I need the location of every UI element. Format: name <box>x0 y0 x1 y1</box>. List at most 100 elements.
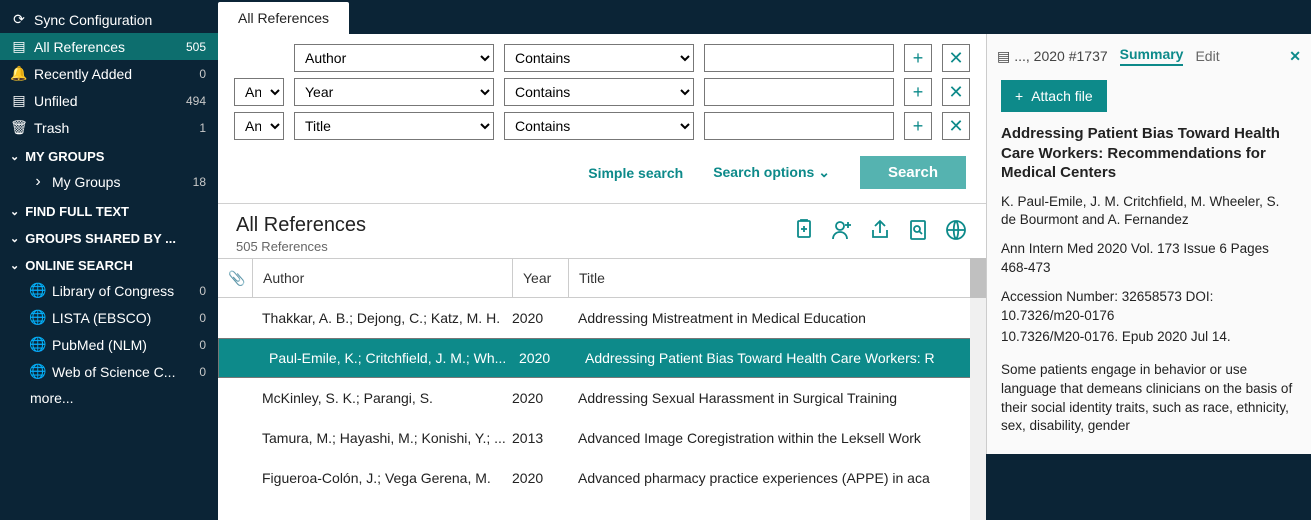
sidebar-item-count: 0 <box>199 284 208 298</box>
add-row-button[interactable]: + <box>904 44 932 72</box>
search-field-select[interactable]: Year <box>294 78 494 106</box>
sidebar-item-unfiled[interactable]: ▤ Unfiled 494 <box>0 87 218 114</box>
share-icon[interactable] <box>868 218 892 242</box>
detail-authors: K. Paul-Emile, J. M. Critchfield, M. Whe… <box>1001 193 1297 231</box>
cell-title: Addressing Sexual Harassment in Surgical… <box>568 390 986 406</box>
cell-title: Advanced Image Coregistration within the… <box>568 430 986 446</box>
sidebar-item-label: Library of Congress <box>52 283 199 299</box>
search-joiner-select[interactable]: And <box>234 112 284 140</box>
sidebar-item-recently-added[interactable]: 🔔 Recently Added 0 <box>0 60 218 87</box>
sidebar-item-label: LISTA (EBSCO) <box>52 310 199 326</box>
sidebar-item-more[interactable]: more... <box>0 385 218 411</box>
detail-doi: 10.7326/M20-0176. Epub 2020 Jul 14. <box>1001 328 1297 347</box>
cell-year: 2020 <box>512 390 568 406</box>
sync-configuration[interactable]: ⟳ Sync Configuration <box>0 6 218 33</box>
scrollbar[interactable] <box>970 258 986 520</box>
sidebar-header-online-search[interactable]: ⌄ ONLINE SEARCH <box>0 250 218 277</box>
cell-title: Addressing Patient Bias Toward Health Ca… <box>575 350 979 366</box>
globe-icon: 🌐 <box>30 336 46 353</box>
sidebar-item-label: Unfiled <box>34 93 186 109</box>
cell-author: Thakkar, A. B.; Dejong, C.; Katz, M. H. <box>252 310 512 326</box>
search-row: And Title Contains + ✕ <box>234 112 970 140</box>
detail-top-bar <box>986 0 1311 34</box>
search-operator-select[interactable]: Contains <box>504 78 694 106</box>
attachment-column-header[interactable]: 📎 <box>218 270 252 287</box>
sidebar-item-count: 0 <box>199 338 208 352</box>
list-actions <box>792 218 968 242</box>
add-person-icon[interactable] <box>830 218 854 242</box>
remove-row-button[interactable]: ✕ <box>942 112 970 140</box>
search-joiner-select[interactable]: And <box>234 78 284 106</box>
sidebar-item-count: 0 <box>199 67 208 81</box>
add-row-button[interactable]: + <box>904 78 932 106</box>
sidebar-header-my-groups[interactable]: ⌄ MY GROUPS <box>0 141 218 168</box>
add-row-button[interactable]: + <box>904 112 932 140</box>
reference-label: ▤ ..., 2020 #1737 <box>997 48 1108 65</box>
table-row[interactable]: Figueroa-Colón, J.; Vega Gerena, M. 2020… <box>218 458 986 498</box>
sidebar-item-count: 18 <box>193 175 208 189</box>
tab-summary[interactable]: Summary <box>1120 46 1184 66</box>
year-column-header[interactable]: Year <box>512 259 568 297</box>
cell-year: 2020 <box>512 470 568 486</box>
detail-title: Addressing Patient Bias Toward Health Ca… <box>1001 124 1297 183</box>
sidebar-item-count: 1 <box>199 121 208 135</box>
sidebar-item-web-of-science[interactable]: 🌐 Web of Science C... 0 <box>0 358 218 385</box>
sidebar-item-label: PubMed (NLM) <box>52 337 199 353</box>
search-document-icon[interactable] <box>906 218 930 242</box>
plus-icon: + <box>1015 88 1023 104</box>
table-row[interactable]: Tamura, M.; Hayashi, M.; Konishi, Y.; ..… <box>218 418 986 458</box>
search-operator-select[interactable]: Contains <box>504 112 694 140</box>
clipboard-icon: ▤ <box>10 92 28 109</box>
search-value-input[interactable] <box>704 78 894 106</box>
copy-icon[interactable] <box>792 218 816 242</box>
close-icon[interactable]: ✕ <box>1289 48 1301 65</box>
search-button[interactable]: Search <box>860 156 966 189</box>
sidebar-header-find-full-text[interactable]: ⌄ FIND FULL TEXT <box>0 196 218 223</box>
detail-body: + Attach file Addressing Patient Bias To… <box>987 72 1311 454</box>
search-footer: Simple search Search options ⌄ Search <box>234 146 970 203</box>
title-column-header[interactable]: Title <box>568 259 986 297</box>
table-row[interactable]: Paul-Emile, K.; Critchfield, J. M.; Wh..… <box>218 338 986 378</box>
sidebar-header-label: FIND FULL TEXT <box>25 204 129 219</box>
scrollbar-thumb[interactable] <box>970 258 986 298</box>
globe-icon[interactable] <box>944 218 968 242</box>
simple-search-link[interactable]: Simple search <box>588 165 683 181</box>
clipboard-icon: ▤ <box>997 48 1010 65</box>
sidebar-header-label: GROUPS SHARED BY ... <box>25 231 176 246</box>
attach-file-button[interactable]: + Attach file <box>1001 80 1107 112</box>
cell-author: McKinley, S. K.; Parangi, S. <box>252 390 512 406</box>
sidebar-item-pubmed[interactable]: 🌐 PubMed (NLM) 0 <box>0 331 218 358</box>
search-value-input[interactable] <box>704 112 894 140</box>
sidebar-item-label: My Groups <box>52 174 193 190</box>
main-panel: All References Author Contains + ✕ And Y… <box>218 0 986 520</box>
sidebar: ⟳ Sync Configuration ▤ All References 50… <box>0 0 218 520</box>
chevron-right-icon <box>30 173 46 191</box>
search-options-link[interactable]: Search options ⌄ <box>713 164 830 181</box>
tab-edit[interactable]: Edit <box>1195 48 1219 64</box>
sidebar-item-all-references[interactable]: ▤ All References 505 <box>0 33 218 60</box>
chevron-down-icon: ⌄ <box>10 150 19 163</box>
chevron-down-icon: ⌄ <box>10 205 19 218</box>
cell-title: Addressing Mistreatment in Medical Educa… <box>568 310 986 326</box>
author-column-header[interactable]: Author <box>252 259 512 297</box>
bell-icon: 🔔 <box>10 65 28 82</box>
remove-row-button[interactable]: ✕ <box>942 44 970 72</box>
globe-icon: 🌐 <box>30 363 46 380</box>
sidebar-item-my-groups[interactable]: My Groups 18 <box>0 168 218 196</box>
search-row: Author Contains + ✕ <box>234 44 970 72</box>
search-value-input[interactable] <box>704 44 894 72</box>
search-operator-select[interactable]: Contains <box>504 44 694 72</box>
search-field-select[interactable]: Author <box>294 44 494 72</box>
sidebar-header-groups-shared[interactable]: ⌄ GROUPS SHARED BY ... <box>0 223 218 250</box>
sidebar-item-trash[interactable]: 🗑 Trash 1 <box>0 114 218 141</box>
cell-year: 2020 <box>519 350 575 366</box>
sidebar-header-label: ONLINE SEARCH <box>25 258 133 273</box>
sidebar-item-library-of-congress[interactable]: 🌐 Library of Congress 0 <box>0 277 218 304</box>
search-field-select[interactable]: Title <box>294 112 494 140</box>
sidebar-item-lista-ebsco[interactable]: 🌐 LISTA (EBSCO) 0 <box>0 304 218 331</box>
sidebar-item-label: more... <box>30 390 208 406</box>
table-row[interactable]: McKinley, S. K.; Parangi, S. 2020 Addres… <box>218 378 986 418</box>
tab-all-references[interactable]: All References <box>218 2 349 34</box>
remove-row-button[interactable]: ✕ <box>942 78 970 106</box>
table-row[interactable]: Thakkar, A. B.; Dejong, C.; Katz, M. H. … <box>218 298 986 338</box>
